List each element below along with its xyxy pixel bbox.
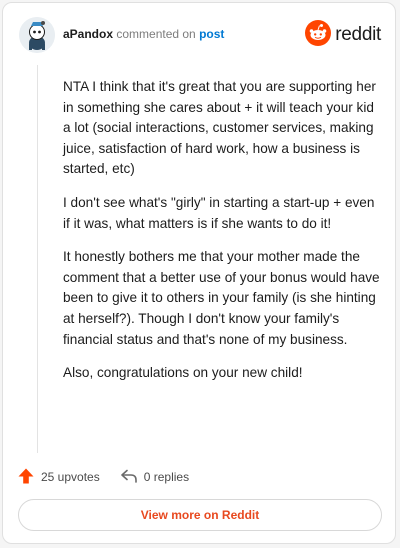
comment-header: aPandox commented on post reddit xyxy=(3,3,395,63)
username-link[interactable]: aPandox xyxy=(63,27,113,41)
post-link[interactable]: post xyxy=(199,27,224,41)
thread-line xyxy=(37,65,38,453)
upvote-button[interactable]: 25 upvotes xyxy=(17,467,100,488)
reply-count: 0 replies xyxy=(143,470,190,484)
comment-body: NTA I think that it's great that you are… xyxy=(63,77,381,397)
view-more-button[interactable]: View more on Reddit xyxy=(18,499,382,531)
comment-paragraph-4: Also, congratulations on your new child! xyxy=(63,365,303,381)
comment-meta: aPandox commented on post xyxy=(63,27,224,41)
comment-paragraph-3: It honestly bothers me that your mother … xyxy=(63,249,380,347)
comment-paragraph-1: NTA I think that it's great that you are… xyxy=(63,79,376,177)
upvote-count: 25 upvotes xyxy=(41,470,100,484)
embed-card: aPandox commented on post reddit NTA I t… xyxy=(2,2,396,544)
reddit-logo-icon xyxy=(305,19,332,51)
snoo-avatar-icon[interactable] xyxy=(19,17,55,53)
upvote-arrow-icon xyxy=(17,467,35,488)
reddit-wordmark: reddit xyxy=(335,24,381,45)
reply-button[interactable]: 0 replies xyxy=(120,467,189,488)
comment-paragraph-2: I don't see what's "girly" in starting a… xyxy=(63,194,375,231)
reddit-brand[interactable]: reddit xyxy=(305,19,381,51)
reply-arrow-icon xyxy=(120,467,138,488)
commented-on-text: commented on xyxy=(113,27,200,41)
comment-actions: 25 upvotes 0 replies xyxy=(17,465,209,489)
